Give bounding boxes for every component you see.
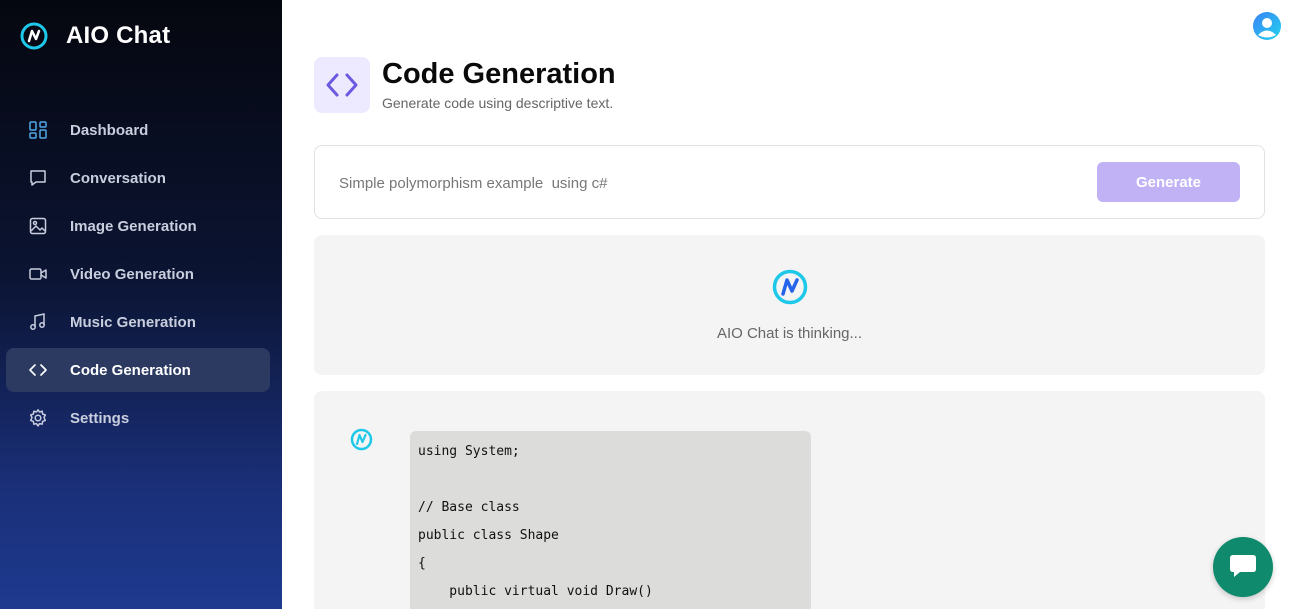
brand-name: AIO Chat — [66, 22, 171, 49]
image-icon — [26, 214, 50, 238]
dashboard-icon — [26, 118, 50, 142]
generate-button[interactable]: Generate — [1097, 162, 1240, 202]
message-icon — [26, 166, 50, 190]
user-avatar-icon[interactable] — [1253, 12, 1281, 40]
code-icon — [26, 358, 50, 382]
sidebar-item-dashboard[interactable]: Dashboard — [6, 108, 270, 152]
prompt-card: Generate — [314, 145, 1265, 219]
code-block[interactable]: using System; // Base class public class… — [410, 431, 811, 609]
sidebar-item-video-generation[interactable]: Video Generation — [6, 252, 270, 296]
aio-logo-icon — [772, 269, 808, 305]
sidebar-item-conversation[interactable]: Conversation — [6, 156, 270, 200]
prompt-input[interactable] — [339, 168, 1079, 198]
sidebar-item-label: Conversation — [70, 169, 166, 187]
page-subtitle: Generate code using descriptive text. — [382, 95, 614, 111]
video-icon — [26, 262, 50, 286]
sidebar-item-label: Music Generation — [70, 313, 196, 331]
page-title: Code Generation — [382, 58, 616, 90]
sidebar-item-label: Video Generation — [70, 265, 194, 283]
aio-logo-icon — [350, 428, 373, 451]
gear-icon — [26, 406, 50, 430]
sidebar-item-label: Settings — [70, 409, 130, 427]
sidebar-item-label: Image Generation — [70, 217, 197, 235]
sidebar-item-label: Dashboard — [70, 121, 149, 139]
thinking-status: AIO Chat is thinking... — [716, 325, 863, 342]
sidebar-item-settings[interactable]: Settings — [6, 396, 270, 440]
brand[interactable]: AIO Chat — [20, 22, 170, 50]
response-card: using System; // Base class public class… — [314, 391, 1265, 609]
code-icon — [326, 73, 358, 97]
page-header-icon — [314, 57, 370, 113]
sidebar-item-image-generation[interactable]: Image Generation — [6, 204, 270, 248]
code-line: { — [418, 556, 426, 571]
chat-widget-button[interactable] — [1213, 537, 1273, 597]
chat-bubble-icon — [1230, 555, 1256, 577]
aio-logo-icon — [20, 22, 48, 50]
music-icon — [26, 310, 50, 334]
sidebar-item-code-generation[interactable]: Code Generation — [6, 348, 270, 392]
code-line: public virtual void Draw() — [418, 584, 653, 599]
sidebar-item-music-generation[interactable]: Music Generation — [6, 300, 270, 344]
thinking-card: AIO Chat is thinking... — [314, 235, 1265, 375]
code-line: // Base class — [418, 500, 520, 515]
code-line: public class Shape — [418, 528, 559, 543]
sidebar: AIO Chat Dashboard Conversation Image Ge… — [0, 0, 282, 609]
code-line: using System; — [418, 444, 520, 459]
sidebar-item-label: Code Generation — [70, 361, 191, 379]
sidebar-nav: Dashboard Conversation Image Generation — [6, 108, 270, 444]
